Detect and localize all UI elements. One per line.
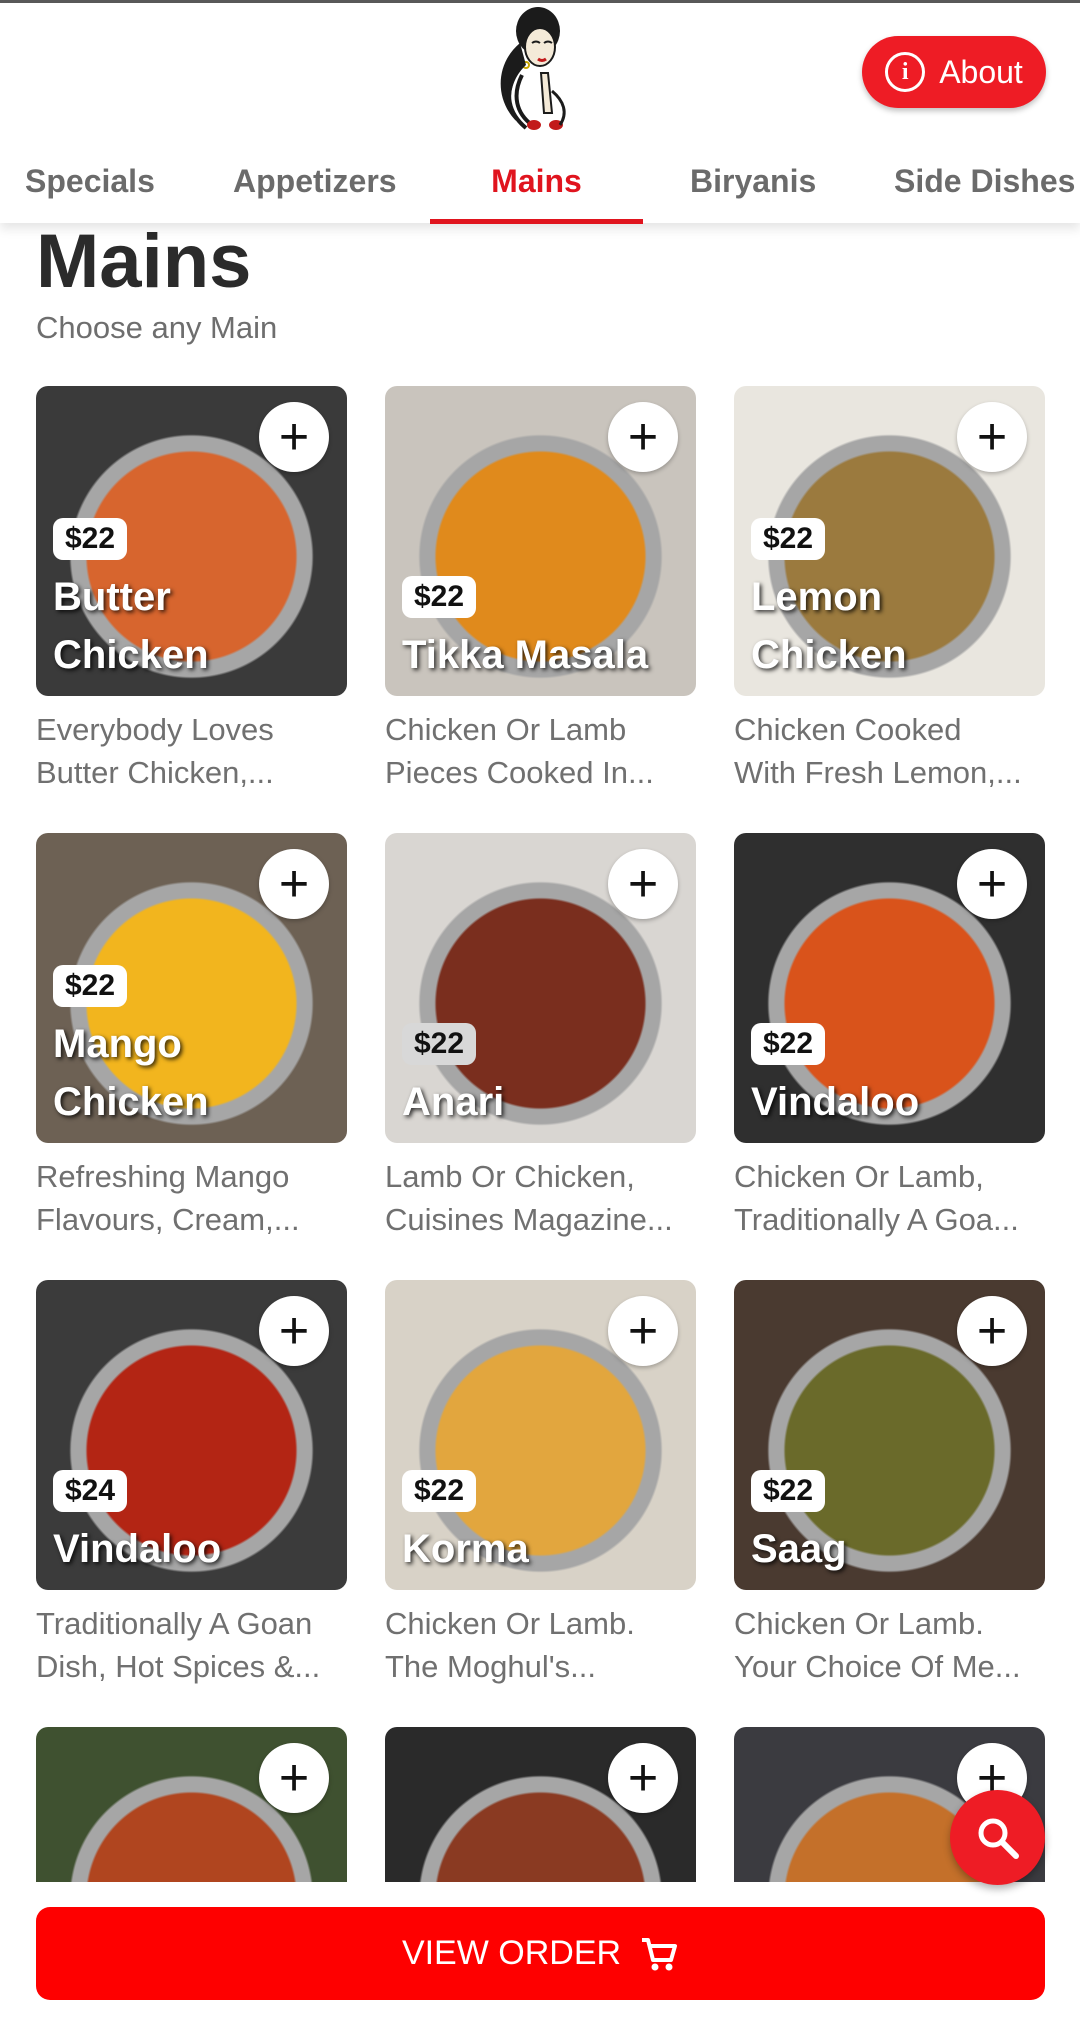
menu-item-card[interactable]: + $24 Vindaloo Traditionally A Goan Dish, H… [36,1280,347,1688]
add-to-order-button[interactable]: + [608,1296,678,1366]
dish-description: Chicken Or Lamb Pieces Cooked In... [385,712,654,790]
add-to-order-button[interactable]: + [957,849,1027,919]
dish-name: Vindaloo [751,1080,920,1124]
category-tabs: Specials Appetizers Mains Biryanis Side … [0,143,1080,224]
price-badge: $24 [53,1470,128,1512]
dish-description: Refreshing Mango Flavours, Cream,... [36,1159,300,1237]
add-to-order-button[interactable]: + [259,1296,329,1366]
tab-specials[interactable]: Specials [25,163,155,200]
restaurant-logo[interactable] [486,3,586,138]
price-badge: $22 [402,1023,477,1065]
view-order-label: VIEW ORDER [401,1934,622,1972]
dish-description: Everybody Loves Butter Chicken,... [36,712,274,790]
info-icon: i [885,52,926,92]
tab-mains[interactable]: Mains [430,163,643,200]
view-order-button[interactable]: VIEW ORDER [36,1907,1045,2000]
cart-icon [642,1937,678,1970]
about-button[interactable]: i About [862,36,1046,108]
tab-side-dishes[interactable]: Side Dishes [894,163,1075,200]
add-to-order-button[interactable]: + [608,1743,678,1813]
dish-photo[interactable]: + $22 Lemon Chicken [734,386,1045,696]
dish-photo[interactable]: + $22 Butter Chicken [36,386,347,696]
add-to-order-button[interactable]: + [957,402,1027,472]
add-to-order-button[interactable]: + [957,1296,1027,1366]
dish-name: Mango Chicken [53,1022,209,1124]
dish-photo[interactable]: + $22 Anari [385,833,696,1143]
dish-name: Anari [402,1080,505,1124]
price-badge: $22 [53,518,128,560]
dish-name: Korma [402,1527,529,1571]
dish-photo[interactable]: + $22 Saag [734,1280,1045,1590]
dish-description: Lamb Or Chicken, Cuisines Magazine... [385,1159,673,1237]
price-badge: $22 [53,965,128,1007]
dish-name: Tikka Masala [402,633,649,677]
dish-name: Vindaloo [53,1527,222,1571]
app-header: i About Specials Appetizers Mains Biryan… [0,3,1080,224]
tab-appetizers[interactable]: Appetizers [233,163,397,200]
price-badge: $22 [751,1470,826,1512]
menu-item-card[interactable]: + $22 Korma Chicken Or Lamb. The Moghul's..… [385,1280,696,1688]
dish-photo[interactable]: + $22 Mango Chicken [36,833,347,1143]
dish-description: Chicken Or Lamb. The Moghul's... [385,1606,635,1684]
dish-description: Chicken Cooked With Fresh Lemon,... [734,712,1022,790]
dish-name: Lemon Chicken [751,575,907,677]
dish-photo[interactable]: + $22 Tikka Masala [385,386,696,696]
dish-photo[interactable]: + $22 Korma [385,1280,696,1590]
menu-item-card[interactable]: + $22 Vindaloo Chicken Or Lamb, Traditional… [734,833,1045,1241]
menu-item-card[interactable]: + $22 Mango Chicken Refreshing Mango Flavou… [36,833,347,1241]
menu-item-card[interactable]: + $22 Lemon Chicken Chicken Cooked With Fre… [734,386,1045,794]
price-badge: $22 [751,518,826,560]
dish-name: Saag [751,1527,847,1571]
dish-name: Butter Chicken [53,575,209,677]
dish-photo[interactable]: + $22 Vindaloo [734,833,1045,1143]
price-badge: $22 [402,576,477,618]
search-icon [978,1818,1019,1859]
add-to-order-button[interactable]: + [259,849,329,919]
add-to-order-button[interactable]: + [259,402,329,472]
add-to-order-button[interactable]: + [608,849,678,919]
menu-item-card[interactable]: + $22 Saag Chicken Or Lamb. Your Choice Of … [734,1280,1045,1688]
menu-item-card[interactable]: + $22 Anari Lamb Or Chicken, Cuisines Magaz… [385,833,696,1241]
dish-description: Chicken Or Lamb, Traditionally A Goa... [734,1159,1019,1237]
search-button[interactable] [950,1790,1045,1885]
price-badge: $22 [751,1023,826,1065]
active-tab-indicator [430,219,643,224]
menu-item-card[interactable]: + $22 Tikka Masala Chicken Or Lamb Pieces C… [385,386,696,794]
tab-biryanis[interactable]: Biryanis [690,163,816,200]
price-badge: $22 [402,1470,477,1512]
add-to-order-button[interactable]: + [608,402,678,472]
dish-photo[interactable]: + $24 Vindaloo [36,1280,347,1590]
about-label: About [939,53,1023,90]
menu-item-card[interactable]: + $22 Butter Chicken Everybody Loves Butter… [36,386,347,794]
dish-description: Traditionally A Goan Dish, Hot Spices &.… [36,1606,321,1684]
section-title: Mains [36,219,252,304]
add-to-order-button[interactable]: + [259,1743,329,1813]
dish-description: Chicken Or Lamb. Your Choice Of Me... [734,1606,1021,1684]
section-subtitle: Choose any Main [36,310,278,345]
